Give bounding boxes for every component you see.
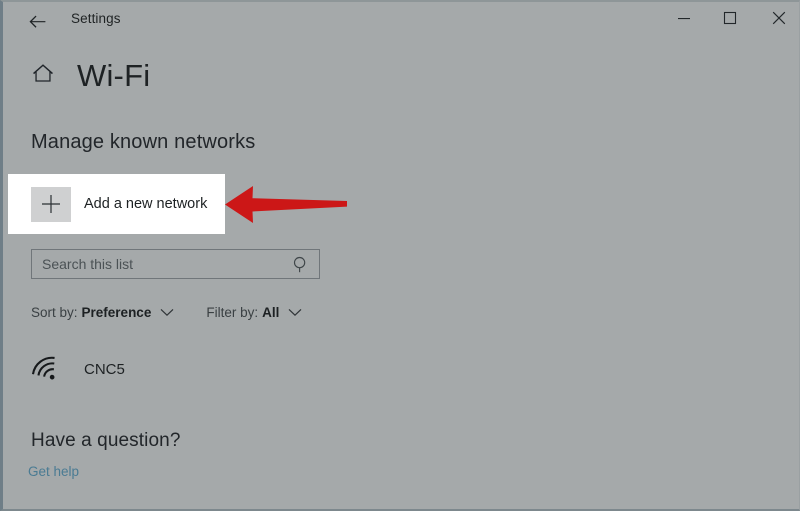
maximize-icon <box>723 11 737 25</box>
back-button[interactable] <box>20 8 54 34</box>
add-new-network-button[interactable]: Add a new network <box>8 174 225 234</box>
title-bar: Settings <box>3 2 799 38</box>
filter-by-value: All <box>262 305 280 320</box>
section-heading: Manage known networks <box>31 131 256 153</box>
settings-window: Settings Wi-Fi Manage known networks Add… <box>0 0 800 511</box>
close-button[interactable] <box>756 2 800 34</box>
filter-by-label: Filter by: <box>206 305 259 320</box>
sort-by-value: Preference <box>81 305 152 320</box>
home-icon[interactable] <box>31 62 55 89</box>
window-title: Settings <box>71 11 121 26</box>
minimize-icon <box>677 12 691 24</box>
get-help-link[interactable]: Get help <box>28 464 79 479</box>
page-title: Wi-Fi <box>77 58 151 93</box>
back-arrow-icon <box>29 15 46 28</box>
known-networks-list: CNC5 <box>23 342 353 396</box>
search-input[interactable] <box>42 256 293 272</box>
left-arrow-annotation-icon <box>223 182 349 226</box>
add-new-network-label: Add a new network <box>84 196 208 212</box>
maximize-button[interactable] <box>707 2 753 34</box>
close-icon <box>772 11 786 25</box>
page-header: Wi-Fi <box>31 60 150 91</box>
sort-by-label: Sort by: <box>31 305 78 320</box>
chevron-down-icon <box>288 308 302 317</box>
help-heading: Have a question? <box>31 430 181 451</box>
list-item[interactable]: CNC5 <box>23 342 353 396</box>
list-controls: Sort by: Preference Filter by: All <box>31 305 334 320</box>
search-box[interactable] <box>31 249 320 279</box>
sort-by-dropdown[interactable]: Sort by: Preference <box>31 305 174 320</box>
minimize-button[interactable] <box>661 2 707 34</box>
wifi-signal-icon <box>23 352 69 386</box>
search-icon[interactable] <box>293 256 309 273</box>
chevron-down-icon <box>160 308 174 317</box>
filter-by-dropdown[interactable]: Filter by: All <box>206 305 302 320</box>
network-name: CNC5 <box>84 360 125 378</box>
plus-icon <box>31 186 71 222</box>
